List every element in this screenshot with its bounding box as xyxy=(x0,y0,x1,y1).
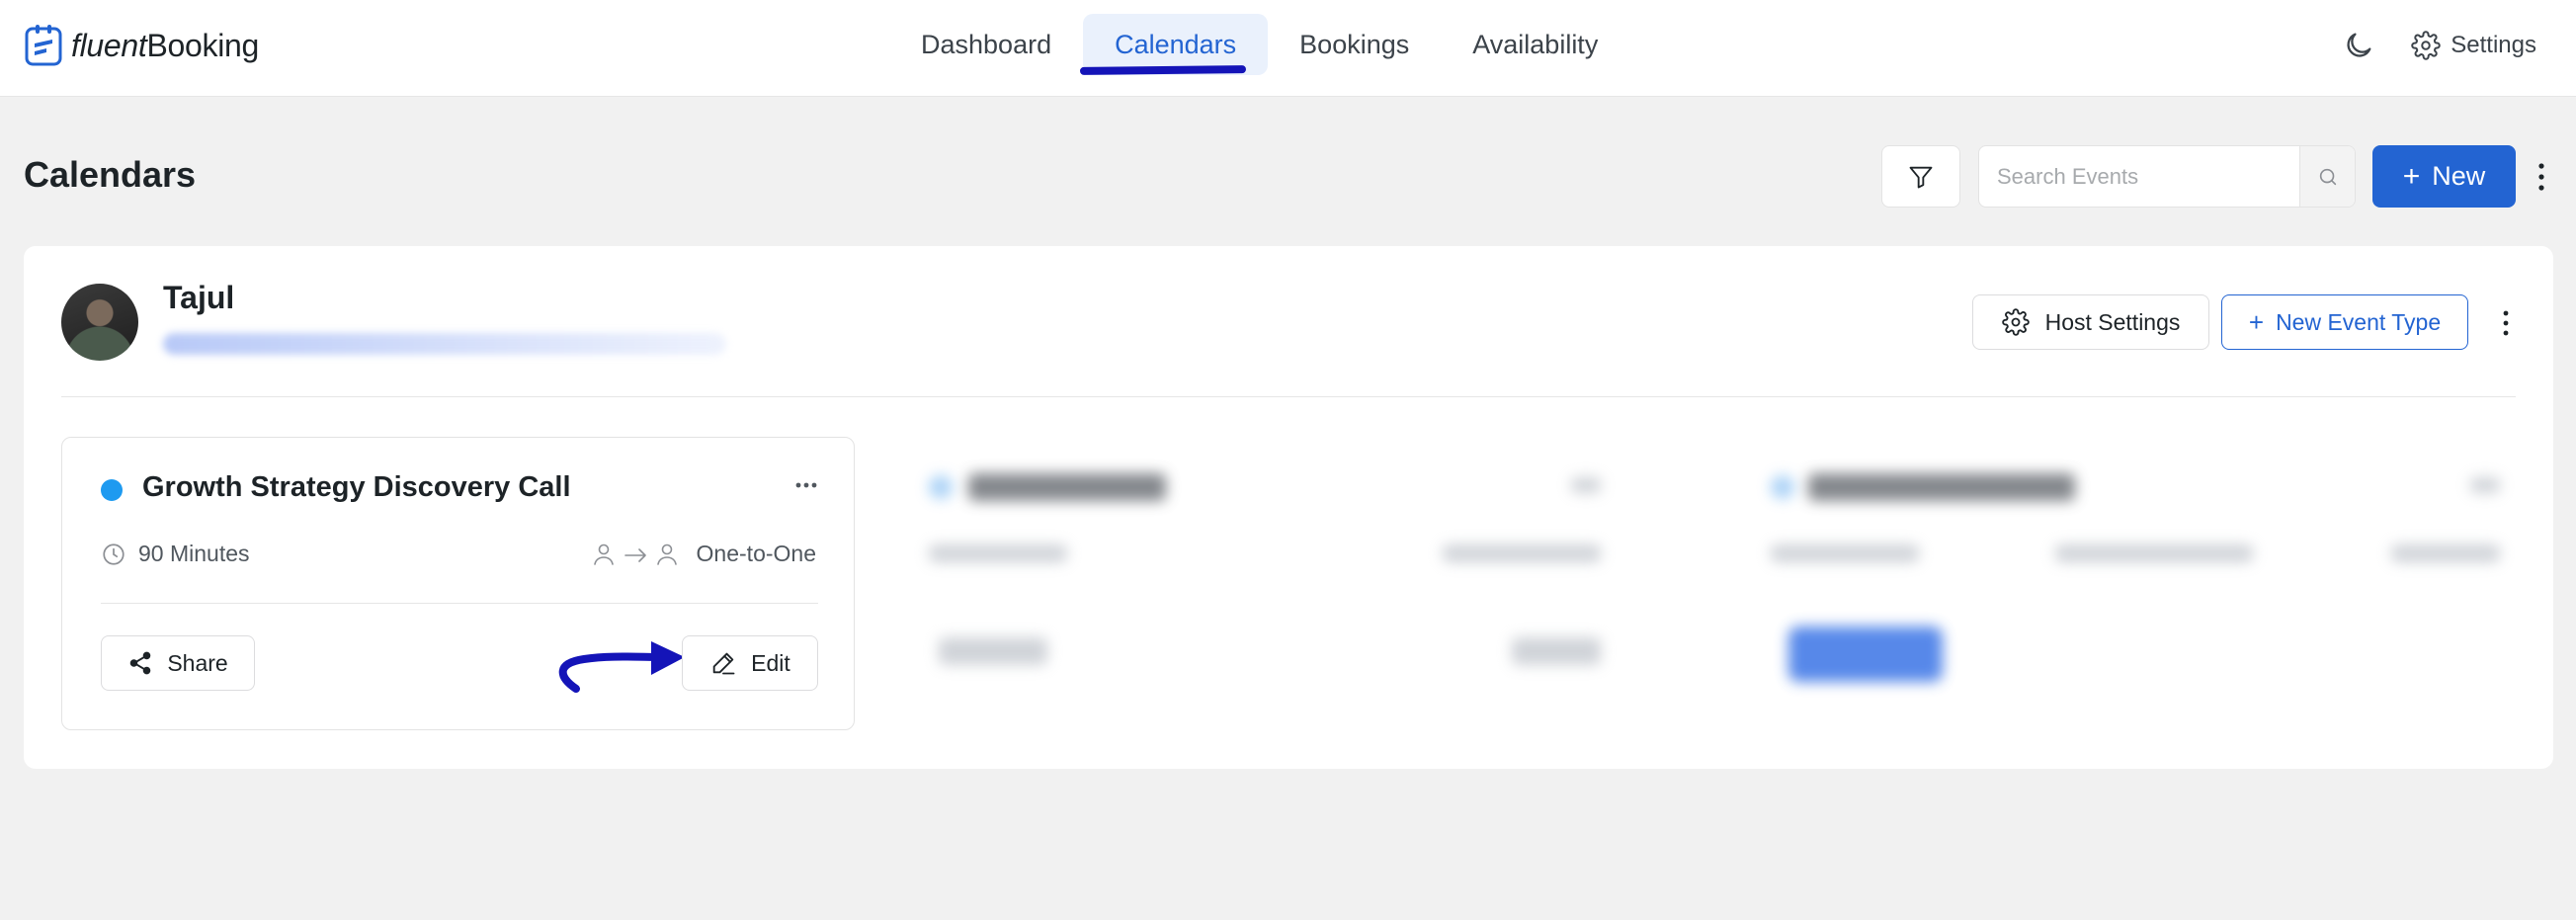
blurred-more xyxy=(2470,477,2500,493)
event-color-dot xyxy=(101,479,123,501)
gear-icon xyxy=(2411,31,2441,60)
one-to-one-icon xyxy=(593,544,677,565)
main-nav: Dashboard Calendars Bookings Availabilit… xyxy=(889,14,1629,75)
logo-text-fluent: fluent xyxy=(71,27,147,63)
search-box xyxy=(1978,145,2356,208)
host-more-options-icon[interactable] xyxy=(2496,307,2516,339)
blurred-title xyxy=(968,473,1166,501)
new-button-label: New xyxy=(2432,161,2486,191)
host-settings-button[interactable]: Host Settings xyxy=(1972,294,2209,350)
blurred-meta xyxy=(2391,544,2500,562)
nav-bookings[interactable]: Bookings xyxy=(1268,14,1441,75)
clock-icon xyxy=(103,543,125,565)
blurred-meta xyxy=(1443,544,1601,562)
card-divider xyxy=(61,396,2516,397)
logo-icon xyxy=(25,25,62,66)
blurred-button xyxy=(1512,637,1601,665)
duration-label: 90 Minutes xyxy=(138,541,250,566)
share-label: Share xyxy=(167,649,228,676)
blurred-meta xyxy=(929,544,1067,562)
blurred-dot xyxy=(1771,475,1794,499)
edit-label: Edit xyxy=(751,649,790,676)
page-title: Calendars xyxy=(24,154,197,195)
event-duration: 90 Minutes xyxy=(101,541,250,567)
event-divider xyxy=(101,603,818,604)
meeting-type-label: One-to-One xyxy=(696,541,816,566)
blurred-event-cards xyxy=(889,434,2553,750)
settings-link[interactable]: Settings xyxy=(2411,31,2536,60)
blurred-meta xyxy=(2055,544,2253,562)
blurred-button xyxy=(939,637,1047,665)
app-logo[interactable]: fluentBooking xyxy=(24,22,259,69)
blurred-dot xyxy=(929,475,953,499)
blurred-meta xyxy=(1771,544,1919,562)
top-bar: fluentBooking Dashboard Calendars Bookin… xyxy=(0,0,2576,97)
host-name: Tajul xyxy=(163,280,235,315)
settings-label: Settings xyxy=(2451,32,2536,58)
top-right-actions: Settings xyxy=(2342,24,2536,67)
ellipsis-icon[interactable] xyxy=(793,477,819,493)
edit-button[interactable]: Edit xyxy=(682,635,818,691)
pencil-icon xyxy=(712,652,735,675)
host-avatar xyxy=(61,284,138,361)
nav-availability[interactable]: Availability xyxy=(1441,14,1629,75)
filter-icon xyxy=(1909,166,1933,188)
logo-text-booking: Booking xyxy=(146,27,260,63)
blurred-more xyxy=(1571,477,1601,493)
search-icon xyxy=(2319,168,2336,185)
new-button[interactable]: + New xyxy=(2372,145,2516,208)
plus-icon: + xyxy=(2248,306,2265,337)
new-event-type-label: New Event Type xyxy=(2276,308,2442,335)
new-event-type-button[interactable]: + New Event Type xyxy=(2221,294,2468,350)
event-title[interactable]: Growth Strategy Discovery Call xyxy=(142,471,571,504)
filter-button[interactable] xyxy=(1881,145,1960,208)
plus-icon: + xyxy=(2402,159,2421,193)
calendar-card: Tajul Host Settings + New Event Type Gro… xyxy=(24,246,2553,769)
event-meeting-type: One-to-One xyxy=(592,541,816,567)
search-button[interactable] xyxy=(2299,146,2355,207)
search-input[interactable] xyxy=(1979,146,2299,207)
annotation-arrow-icon xyxy=(558,641,685,693)
host-settings-label: Host Settings xyxy=(2044,308,2181,335)
moon-icon[interactable] xyxy=(2342,29,2375,62)
host-email-redacted xyxy=(163,333,726,355)
logo-text: fluentBooking xyxy=(71,28,259,64)
gear-icon xyxy=(2001,308,2030,336)
nav-dashboard[interactable]: Dashboard xyxy=(889,14,1083,75)
share-icon xyxy=(130,651,151,675)
blurred-title xyxy=(1808,473,2075,501)
event-type-card: Growth Strategy Discovery Call 90 Minute… xyxy=(61,437,855,730)
more-options-icon[interactable] xyxy=(2532,160,2551,194)
blurred-button xyxy=(1788,627,1943,682)
share-button[interactable]: Share xyxy=(101,635,255,691)
